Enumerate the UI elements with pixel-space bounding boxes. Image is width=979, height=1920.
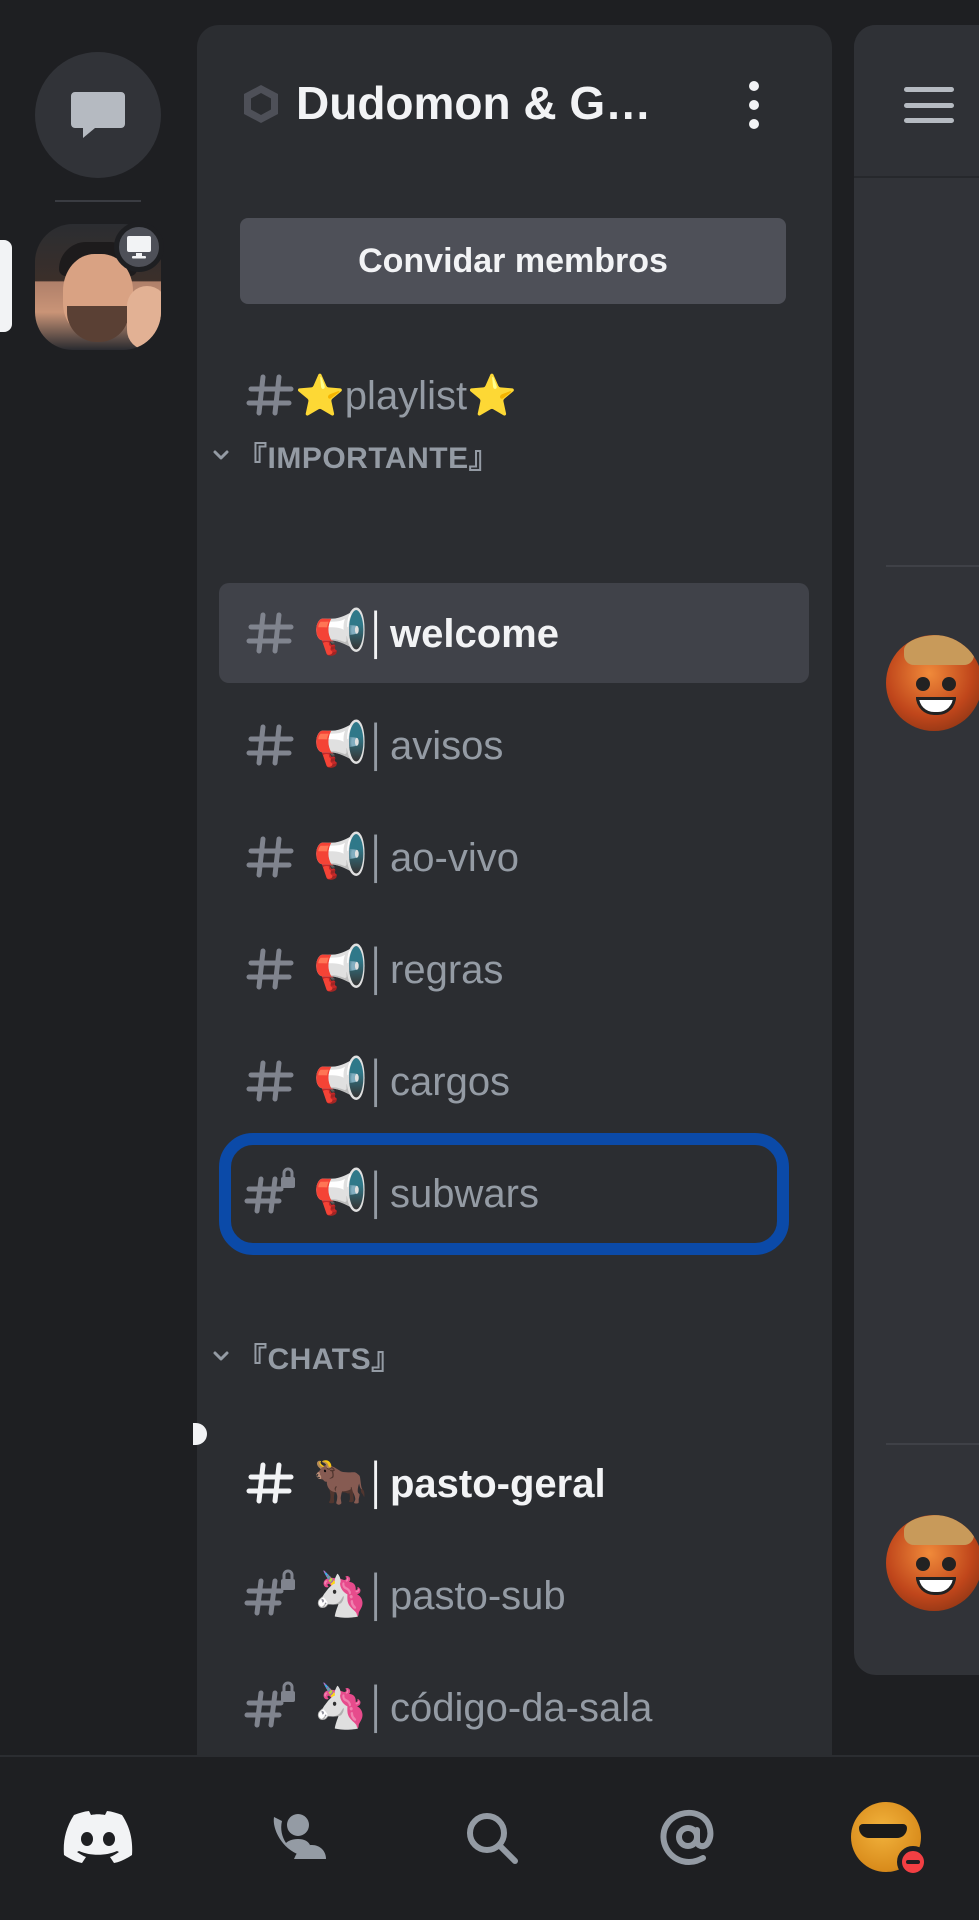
channel-item-welcome[interactable]: 📢 │welcome [219,583,809,683]
user-avatar[interactable] [886,1515,979,1611]
server-header[interactable]: Dudomon & Ga... [197,25,832,175]
server-boost-icon [244,85,278,123]
unicorn-icon: 🦄 [313,1681,368,1732]
text-channel-icon [246,948,294,990]
chevron-down-icon [213,1351,229,1361]
megaphone-icon: 📢 [313,943,368,994]
nav-servers[interactable] [50,1789,146,1885]
category-label: 『IMPORTANTE』 [237,442,500,475]
category-importante[interactable]: 『IMPORTANTE』 [209,430,499,480]
megaphone-icon: 📢 [313,831,368,882]
user-avatar[interactable] [886,635,979,731]
channel-name: │pasto-geral [365,1462,606,1506]
chat-area-peek[interactable] [854,25,979,1675]
channel-name: │pasto-sub [365,1574,566,1618]
chevron-down-icon [213,450,229,460]
search-icon [467,1813,518,1864]
message-divider [886,1443,979,1445]
channel-name: │avisos [365,724,504,768]
text-channel-icon [246,724,294,766]
nav-profile[interactable] [838,1789,934,1885]
rail-divider [55,200,141,202]
channel-item-pasto-sub[interactable]: 🦄 │pasto-sub [219,1545,809,1645]
megaphone-icon: 📢 [313,1055,368,1106]
screen-share-icon [114,222,164,272]
channel-name: ⭐playlist⭐ [295,374,517,418]
channel-item-ao-vivo[interactable]: 📢 │ao-vivo [219,807,809,907]
locked-channel-icon [244,1569,295,1616]
bottom-navigation [0,1755,979,1920]
channel-name: │subwars [365,1172,539,1216]
friends-icon [273,1814,326,1859]
selected-server-indicator [0,240,12,332]
ox-icon: 🐂 [313,1457,368,1508]
locked-channel-icon [244,1681,295,1728]
text-channel-icon [246,612,294,654]
channel-list-panel: Dudomon & Ga... Convidar membros ⭐playli… [197,25,832,1755]
text-channel-icon [246,836,294,878]
message-divider [886,565,979,567]
channel-name: │cargos [365,1060,511,1104]
nav-search[interactable] [443,1789,539,1885]
category-label: 『CHATS』 [237,1343,402,1376]
channel-name: │regras [365,948,504,992]
text-channel-icon [246,374,294,416]
profile-avatar [851,1802,929,1878]
category-chats[interactable]: 『CHATS』 [209,1331,402,1381]
server-menu-button[interactable] [739,77,769,133]
unicorn-icon: 🦄 [313,1569,368,1620]
channel-item-avisos[interactable]: 📢 │avisos [219,695,809,795]
invite-members-button[interactable]: Convidar membros [240,218,786,304]
channel-item-pasto-geral[interactable]: 🐂 │pasto-geral [219,1433,809,1533]
server-rail [0,0,197,1755]
locked-channel-icon [244,1167,295,1214]
channel-name: │welcome [365,612,559,656]
megaphone-icon: 📢 [313,719,368,770]
channel-item-cargos[interactable]: 📢 │cargos [219,1031,809,1131]
server-name: Dudomon & Ga... [296,77,656,129]
nav-friends[interactable] [248,1789,344,1885]
megaphone-icon: 📢 [313,1167,368,1218]
text-channel-icon [246,1060,294,1102]
do-not-disturb-status-icon [897,1846,929,1878]
megaphone-icon: 📢 [313,607,368,658]
nav-mentions[interactable] [640,1789,736,1885]
chat-bubble-icon [71,92,125,138]
channel-item-subwars[interactable]: 📢 │subwars [219,1143,809,1243]
chat-header [854,25,979,178]
text-channel-icon [246,1462,294,1504]
direct-messages-button[interactable] [35,52,161,178]
more-options-icon [749,81,759,91]
channel-name: │ao-vivo [365,836,519,880]
mentions-icon [660,1809,714,1866]
channel-item-regras[interactable]: 📢 │regras [219,919,809,1019]
channel-name: │código-da-sala [365,1686,653,1730]
hamburger-menu-icon[interactable] [904,87,954,123]
channel-item-codigo-da-sala[interactable]: 🦄 │código-da-sala [219,1657,809,1755]
discord-logo-icon [63,1811,133,1863]
